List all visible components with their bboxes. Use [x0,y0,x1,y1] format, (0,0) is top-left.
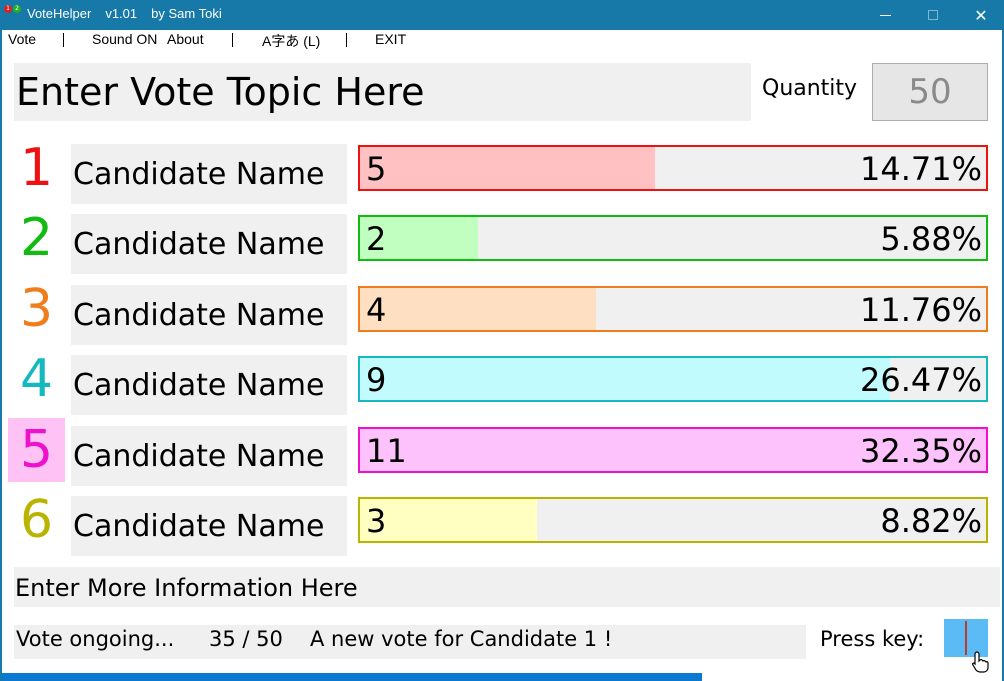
main-panel: Enter Vote Topic Here Quantity 50 1 Cand… [2,50,1002,681]
vote-count: 11 [366,432,407,470]
quantity-label: Quantity [762,76,858,101]
candidate-name-field[interactable]: Candidate Name [71,144,347,204]
vote-bar-fill [360,358,891,400]
close-button[interactable]: ✕ [958,0,1004,30]
menu-font[interactable]: A字あ (L) [262,31,320,51]
vote-bar: 4 11.76% [358,286,988,332]
candidate-name-field[interactable]: Candidate Name [71,214,347,274]
vote-bar: 3 8.82% [358,497,988,543]
candidate-number: 2 [19,208,54,268]
vote-count: 3 [366,502,387,540]
more-info-field[interactable]: Enter More Information Here [14,567,1000,607]
maximize-icon [928,10,938,20]
candidate-number: 3 [19,279,54,339]
vote-percent: 26.47% [859,361,982,399]
candidate-number: 6 [19,490,54,550]
menu-divider [63,33,64,47]
candidate-number: 5 [8,418,65,482]
candidate-name-field[interactable]: Candidate Name [71,355,347,415]
vote-bar: 2 5.88% [358,215,988,261]
title-bar: 12 VoteHelper v1.01 by Sam Toki ✕ [0,0,1004,30]
menu-bar: Vote Sound ON About A字あ (L) EXIT [2,30,1002,50]
menu-about[interactable]: About [167,31,204,47]
candidate-row: 3 Candidate Name 4 11.76% [2,279,1002,345]
title-app-name: VoteHelper [27,6,92,21]
status-bar: Vote ongoing... 35 / 50 A new vote for C… [14,625,806,659]
candidate-row: 1 Candidate Name 5 14.71% [2,138,1002,204]
vote-percent: 5.88% [880,220,982,258]
vote-count: 5 [366,150,387,188]
menu-divider [232,33,233,47]
vote-bar-fill [360,147,655,189]
menu-sound[interactable]: Sound ON [92,31,157,47]
title-author: by Sam Toki [151,6,222,21]
vote-bar: 9 26.47% [358,356,988,402]
vote-bar-fill [360,499,537,541]
candidate-row: 2 Candidate Name 2 5.88% [2,208,1002,274]
candidate-name-field[interactable]: Candidate Name [71,426,347,486]
candidate-name-field[interactable]: Candidate Name [71,285,347,345]
window-title: VoteHelper v1.01 by Sam Toki [27,6,236,21]
vote-count: 9 [366,361,387,399]
maximize-button[interactable] [910,0,956,30]
menu-divider [346,33,347,47]
minimize-button[interactable] [862,0,908,30]
vote-percent: 14.71% [859,150,982,188]
quantity-field[interactable]: 50 [872,63,988,121]
press-key-label: Press key: [820,627,925,651]
vote-bar: 5 14.71% [358,145,988,191]
close-icon: ✕ [974,5,988,25]
status-message: A new vote for Candidate 1 ! [310,627,613,651]
candidate-number: 4 [19,349,54,409]
status-count: 35 / 50 [209,627,283,651]
candidate-row: 6 Candidate Name 3 8.82% [2,490,1002,556]
vote-bar-fill [360,288,596,330]
status-state: Vote ongoing... [16,627,175,651]
vote-topic-field[interactable]: Enter Vote Topic Here [14,63,751,121]
menu-exit[interactable]: EXIT [375,31,406,47]
vote-count: 4 [366,291,387,329]
menu-vote[interactable]: Vote [8,31,36,47]
candidate-number: 1 [19,138,54,198]
minimize-icon [879,14,891,16]
app-logo-icon: 12 [4,5,22,19]
vote-progress-bar [2,673,1002,681]
candidate-row: 4 Candidate Name 9 26.47% [2,349,1002,415]
candidate-row: 5 Candidate Name 11 32.35% [2,418,1002,486]
text-caret [965,621,967,655]
hand-pointer-icon [972,651,989,673]
vote-progress-fill [2,673,702,681]
vote-percent: 8.82% [880,502,982,540]
title-version: v1.01 [105,6,138,21]
vote-count: 2 [366,220,387,258]
vote-bar: 11 32.35% [358,427,988,473]
vote-percent: 32.35% [859,432,982,470]
vote-percent: 11.76% [859,291,982,329]
candidate-name-field[interactable]: Candidate Name [71,496,347,556]
